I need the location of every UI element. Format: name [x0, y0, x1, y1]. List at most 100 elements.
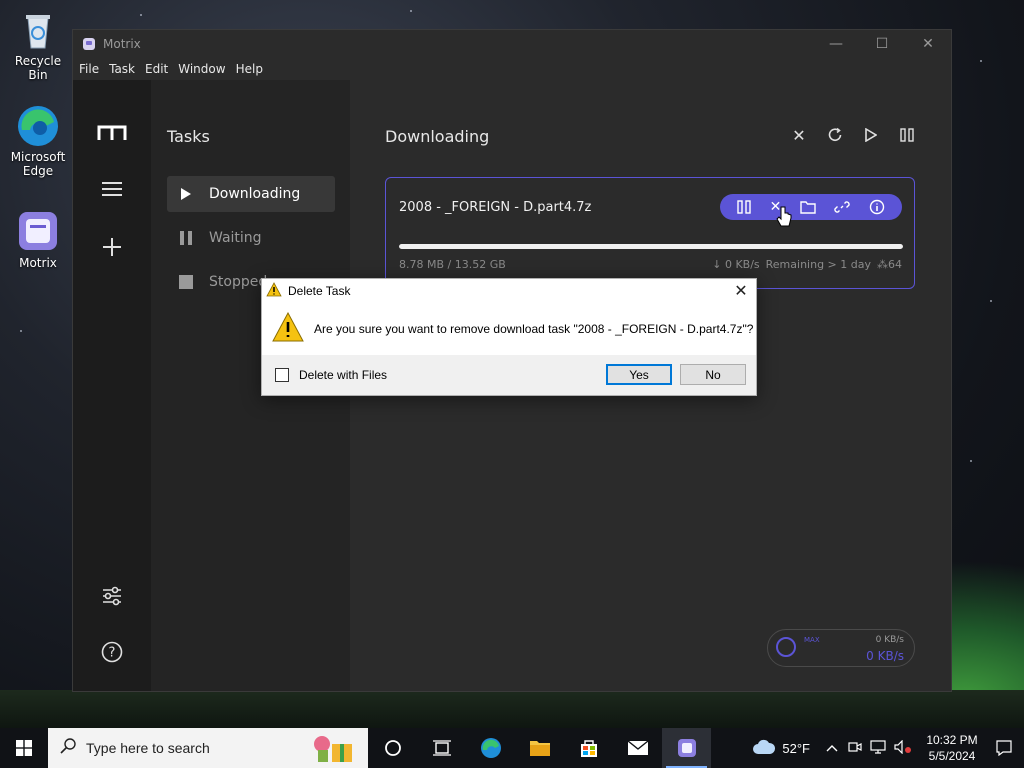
sidebar-item-downloading[interactable]: Downloading	[167, 176, 335, 212]
mail-icon[interactable]	[613, 728, 662, 768]
search-icon	[60, 738, 76, 758]
desktop-icon-label: Microsoft Edge	[10, 150, 66, 178]
download-speed: 0 KB/s	[866, 649, 904, 663]
clock-date: 5/5/2024	[928, 749, 976, 763]
taskbar-edge-icon[interactable]	[466, 728, 515, 768]
start-button[interactable]	[0, 728, 48, 768]
window-title: Motrix	[103, 37, 141, 51]
menu-task[interactable]: Task	[107, 62, 141, 76]
star	[970, 460, 972, 462]
yes-button[interactable]: Yes	[606, 364, 672, 385]
motrix-icon	[83, 38, 95, 50]
sidebar-heading: Tasks	[167, 127, 210, 146]
folder-icon[interactable]	[800, 200, 816, 214]
task-size: 8.78 MB / 13.52 GB	[399, 258, 506, 271]
sidebar-item-label: Downloading	[209, 186, 301, 202]
delete-all-icon[interactable]: ✕	[790, 126, 808, 145]
menubar: File Task Edit Window Help	[73, 58, 951, 80]
clock-time: 10:32 PM	[926, 733, 978, 747]
menu-file[interactable]: File	[77, 62, 105, 76]
refresh-icon[interactable]	[826, 126, 844, 144]
chevron-up-icon[interactable]	[826, 741, 838, 755]
motrix-app-icon	[16, 210, 60, 254]
link-icon[interactable]	[834, 199, 851, 215]
delete-with-files-label[interactable]: Delete with Files	[299, 368, 387, 382]
task-stats: ↓ 0 KB/s Remaining > 1 day ⁂ 64	[712, 258, 902, 271]
desktop-icon-edge[interactable]: Microsoft Edge	[4, 104, 72, 178]
settings-icon[interactable]	[73, 585, 151, 611]
weather-temp[interactable]: 52°F	[782, 741, 810, 756]
network-icon[interactable]	[870, 739, 886, 757]
help-icon[interactable]: ?	[73, 641, 151, 667]
file-explorer-icon[interactable]	[515, 728, 564, 768]
progress-fill	[399, 244, 903, 249]
search-highlight-icon	[306, 732, 356, 768]
progress-bar	[399, 244, 903, 249]
task-toolbar: ✕	[790, 126, 916, 145]
sidebar-item-label: Stopped	[209, 274, 268, 290]
dialog-title: Delete Task	[288, 284, 351, 298]
task-view-icon[interactable]	[417, 728, 466, 768]
desktop-icon-recycle-bin[interactable]: Recycle Bin	[4, 8, 72, 82]
recycle-bin-icon	[16, 8, 60, 52]
weather-icon[interactable]	[752, 739, 776, 758]
star	[20, 330, 22, 332]
motrix-logo-icon	[73, 125, 151, 145]
volume-muted-icon[interactable]	[894, 739, 912, 757]
star	[990, 300, 992, 302]
edge-icon	[16, 104, 60, 148]
pause-task-icon[interactable]	[737, 200, 751, 214]
sidebar-item-waiting[interactable]: Waiting	[167, 220, 335, 256]
speedometer-icon	[776, 637, 796, 657]
dialog-titlebar: Delete Task ✕	[262, 279, 756, 303]
close-window-button[interactable]: ✕	[905, 36, 951, 52]
dialog-message: Are you sure you want to remove download…	[314, 322, 754, 336]
cortana-icon[interactable]	[368, 728, 417, 768]
windows-icon	[16, 740, 32, 756]
upload-speed: 0 KB/s	[875, 635, 904, 645]
search-placeholder: Type here to search	[86, 740, 210, 756]
taskbar-search[interactable]: Type here to search	[48, 728, 368, 768]
delete-task-dialog: Delete Task ✕ Are you sure you want to r…	[261, 278, 757, 396]
dialog-footer: Delete with Files Yes No	[262, 355, 756, 395]
wallpaper-horizon	[0, 690, 1024, 730]
pause-icon	[179, 231, 193, 245]
resume-all-icon[interactable]	[862, 126, 880, 144]
meet-now-icon[interactable]	[848, 740, 862, 757]
taskbar-motrix-icon[interactable]	[662, 728, 711, 768]
sidebar-item-label: Waiting	[209, 230, 262, 246]
delete-with-files-checkbox[interactable]	[275, 368, 289, 382]
store-icon[interactable]	[564, 728, 613, 768]
speed-limit-label: MAX	[804, 636, 820, 644]
menu-window[interactable]: Window	[176, 62, 231, 76]
menu-edit[interactable]: Edit	[143, 62, 174, 76]
task-speed: ↓ 0 KB/s	[712, 258, 760, 271]
pause-all-icon[interactable]	[898, 126, 916, 144]
menu-icon[interactable]	[73, 181, 151, 201]
task-card[interactable]: 2008 - _FOREIGN - D.part4.7z ✕ 8.78 MB /…	[385, 177, 915, 289]
system-tray: 52°F 10:32 PM 5/5/2024	[752, 728, 1024, 768]
task-name: 2008 - _FOREIGN - D.part4.7z	[399, 200, 592, 215]
play-icon	[179, 187, 193, 201]
star	[980, 60, 982, 62]
window-titlebar: Motrix — ☐ ✕	[73, 30, 951, 58]
icon-rail: ?	[73, 80, 151, 691]
desktop-icon-motrix[interactable]: Motrix	[4, 210, 72, 270]
menu-help[interactable]: Help	[234, 62, 269, 76]
page-title: Downloading	[385, 127, 490, 146]
minimize-button[interactable]: —	[813, 36, 859, 52]
svg-text:?: ?	[109, 646, 116, 661]
dialog-close-button[interactable]: ✕	[726, 281, 756, 301]
desktop-icon-label: Motrix	[19, 256, 57, 270]
notifications-icon[interactable]	[984, 740, 1024, 756]
taskbar: Type here to search 52°F 10:32 PM 5/5/20…	[0, 728, 1024, 768]
info-icon[interactable]	[869, 199, 885, 215]
add-task-icon[interactable]	[73, 237, 151, 261]
desktop-icon-label: Recycle Bin	[14, 54, 62, 82]
speed-widget[interactable]: MAX 0 KB/s 0 KB/s	[767, 629, 915, 667]
clock[interactable]: 10:32 PM 5/5/2024	[920, 732, 984, 764]
no-button[interactable]: No	[680, 364, 746, 385]
connections-icon: ⁂	[877, 258, 888, 271]
task-actions: ✕	[720, 194, 902, 220]
maximize-button[interactable]: ☐	[859, 36, 905, 52]
